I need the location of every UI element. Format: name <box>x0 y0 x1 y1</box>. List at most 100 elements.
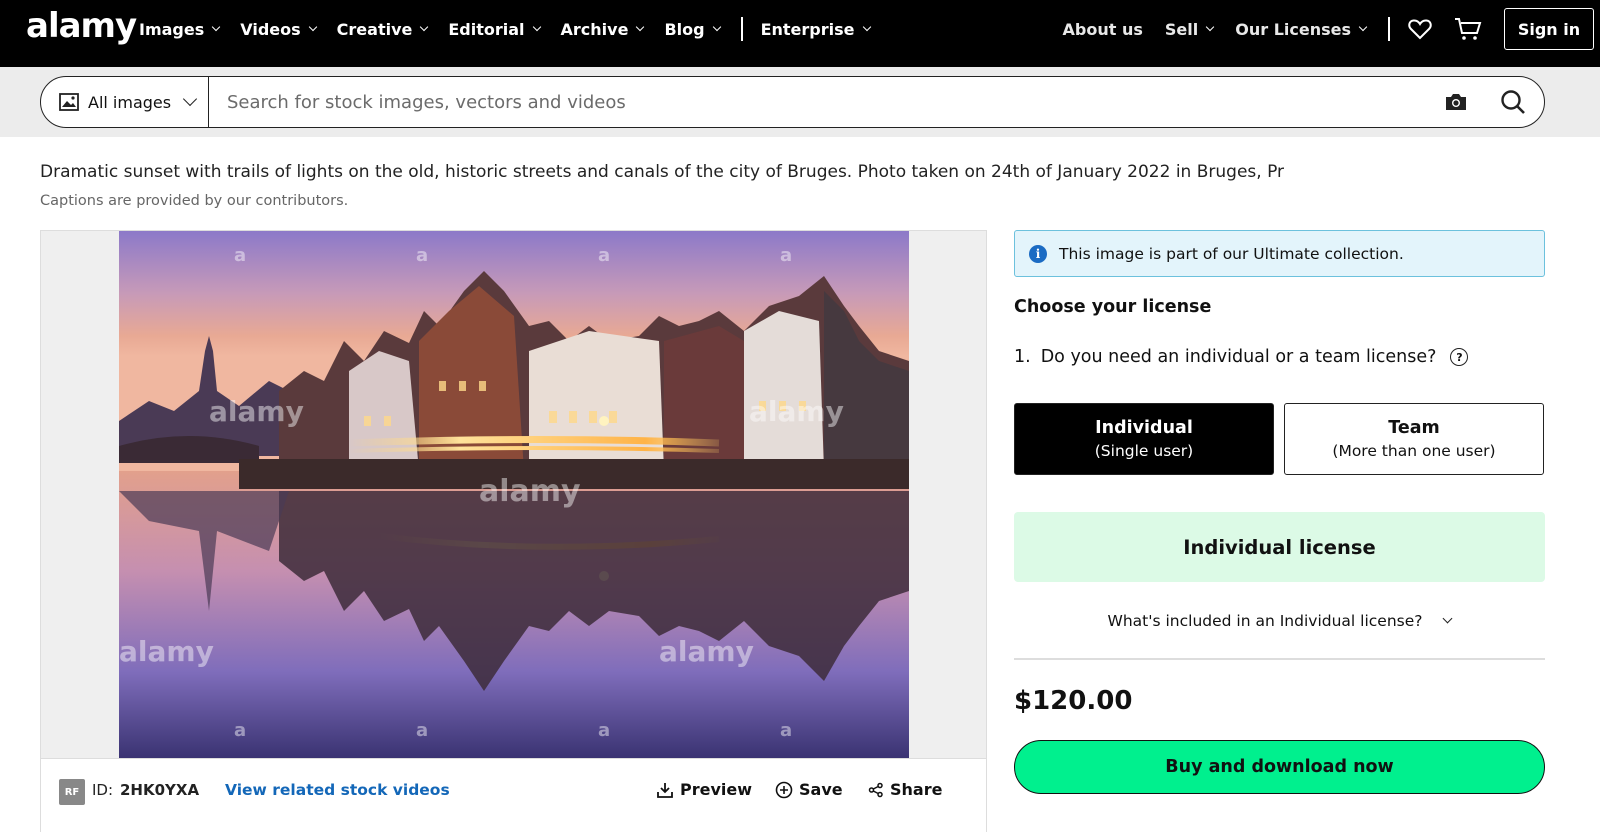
image-id-label: ID: <box>92 781 114 799</box>
image-caption: Dramatic sunset with trails of lights on… <box>40 162 1285 182</box>
watermark-text: alamy <box>479 474 581 509</box>
buy-download-button[interactable]: Buy and download now <box>1014 740 1545 794</box>
search-scope-dropdown[interactable]: All images <box>41 77 209 127</box>
watermark-mark: a <box>780 720 792 741</box>
search-band: All images <box>0 67 1600 137</box>
help-icon[interactable]: ? <box>1450 348 1469 366</box>
save-label: Save <box>799 780 843 799</box>
nav-label: Images <box>139 19 205 39</box>
image-id-value: 2HK0YXA <box>120 781 200 799</box>
chevron-down-icon <box>1358 22 1368 32</box>
license-details-label: What's included in an Individual license… <box>1107 612 1423 630</box>
preview-button[interactable]: Preview <box>656 780 752 799</box>
collection-info-banner: i This image is part of our Ultimate col… <box>1014 230 1545 277</box>
watermark-mark: a <box>416 245 428 266</box>
watermark-mark: a <box>780 245 792 266</box>
search-actions <box>1444 89 1544 115</box>
nav-item-images[interactable]: Images <box>139 19 221 39</box>
plus-circle-icon <box>775 781 793 798</box>
nav-item-editorial[interactable]: Editorial <box>448 19 541 39</box>
nav-label: Archive <box>560 19 629 39</box>
caption-note: Captions are provided by our contributor… <box>40 193 349 209</box>
search-box: All images <box>40 76 1545 128</box>
watermark-text: alamy <box>209 395 304 428</box>
share-button[interactable]: Share <box>868 780 942 799</box>
license-panel: i This image is part of our Ultimate col… <box>1014 230 1545 794</box>
watermark-text: alamy <box>659 635 754 668</box>
nav-item-videos[interactable]: Videos <box>240 19 317 39</box>
cart-icon[interactable] <box>1454 17 1482 41</box>
sign-in-button[interactable]: Sign in <box>1504 8 1594 50</box>
info-icon: i <box>1029 244 1047 263</box>
share-icon <box>868 782 883 797</box>
main-menu: Images Videos Creative Editorial Archive… <box>139 0 891 58</box>
selected-license-banner: Individual license <box>1014 512 1545 582</box>
nav-divider <box>1388 17 1390 41</box>
nav-item-archive[interactable]: Archive <box>560 19 645 39</box>
search-icon[interactable] <box>1500 89 1526 115</box>
nav-item-licenses[interactable]: Our Licenses <box>1235 19 1368 39</box>
nav-item-about[interactable]: About us <box>1063 20 1143 39</box>
license-heading: Choose your license <box>1014 297 1212 317</box>
chevron-down-icon <box>636 22 645 32</box>
team-license-button[interactable]: Team (More than one user) <box>1284 403 1544 475</box>
watermark-text: alamy <box>119 635 214 668</box>
bruges-canal-photo: alamy alamy alamy alamy alamy a a a a a … <box>119 231 909 758</box>
alamy-logo[interactable]: alamy <box>26 6 137 46</box>
license-option-sub: (More than one user) <box>1332 442 1496 460</box>
nav-item-sell[interactable]: Sell <box>1164 19 1215 39</box>
chevron-down-icon <box>862 22 871 32</box>
nav-label: Videos <box>240 19 301 39</box>
nav-label: Editorial <box>448 19 525 39</box>
save-button[interactable]: Save <box>775 780 843 799</box>
chevron-down-icon <box>183 91 198 107</box>
rf-badge: RF <box>59 779 85 805</box>
nav-divider <box>740 17 743 41</box>
license-option-title: Individual <box>1095 418 1193 438</box>
question-text: Do you need an individual or a team lice… <box>1040 347 1437 367</box>
chevron-down-icon <box>532 22 541 32</box>
license-details-toggle[interactable]: What's included in an Individual license… <box>1014 612 1545 630</box>
nav-label: Sell <box>1164 19 1199 39</box>
chevron-down-icon <box>712 22 721 32</box>
nav-item-blog[interactable]: Blog <box>664 19 721 39</box>
divider <box>1014 658 1545 660</box>
nav-label: Our Licenses <box>1235 19 1351 39</box>
watermark-mark: a <box>234 245 246 266</box>
image-viewer: alamy alamy alamy alamy alamy a a a a a … <box>40 230 987 833</box>
account-menu: About us Sell Our Licenses Sign in <box>1063 0 1600 58</box>
camera-icon[interactable] <box>1444 92 1468 112</box>
license-question: 1. Do you need an individual or a team l… <box>1014 347 1545 367</box>
image-icon <box>59 93 79 111</box>
share-label: Share <box>890 780 943 799</box>
nav-item-creative[interactable]: Creative <box>336 19 429 39</box>
watermark-mark: a <box>598 245 610 266</box>
nav-item-enterprise[interactable]: Enterprise <box>760 19 871 39</box>
individual-license-button[interactable]: Individual (Single user) <box>1014 403 1274 475</box>
related-videos-link[interactable]: View related stock videos <box>225 781 450 799</box>
chevron-down-icon <box>308 22 317 32</box>
watermark-mark: a <box>598 720 610 741</box>
watermark-mark: a <box>234 720 246 741</box>
license-option-title: Team <box>1388 418 1440 438</box>
image-footer: RF ID: 2HK0YXA View related stock videos… <box>41 758 986 833</box>
top-navigation: alamy Images Videos Creative Editorial A… <box>0 0 1600 67</box>
stock-photo[interactable]: alamy alamy alamy alamy alamy a a a a a … <box>119 231 909 758</box>
nav-label: Creative <box>336 19 413 39</box>
collection-info-text: This image is part of our Ultimate colle… <box>1059 244 1404 263</box>
chevron-down-icon <box>420 22 429 32</box>
chevron-down-icon <box>1205 22 1215 32</box>
watermark-mark: a <box>416 720 428 741</box>
question-number: 1. <box>1014 347 1031 367</box>
heart-icon[interactable] <box>1408 18 1432 40</box>
license-option-sub: (Single user) <box>1094 442 1194 460</box>
preview-label: Preview <box>680 780 753 799</box>
chevron-down-icon <box>1443 613 1453 624</box>
price: $120.00 <box>1014 686 1133 716</box>
search-input[interactable] <box>209 91 1444 113</box>
nav-label: Blog <box>664 19 705 39</box>
nav-label: Enterprise <box>760 19 855 39</box>
watermark-text: alamy <box>749 395 844 428</box>
license-type-toggle: Individual (Single user) Team (More than… <box>1014 403 1545 475</box>
download-icon <box>657 782 673 798</box>
